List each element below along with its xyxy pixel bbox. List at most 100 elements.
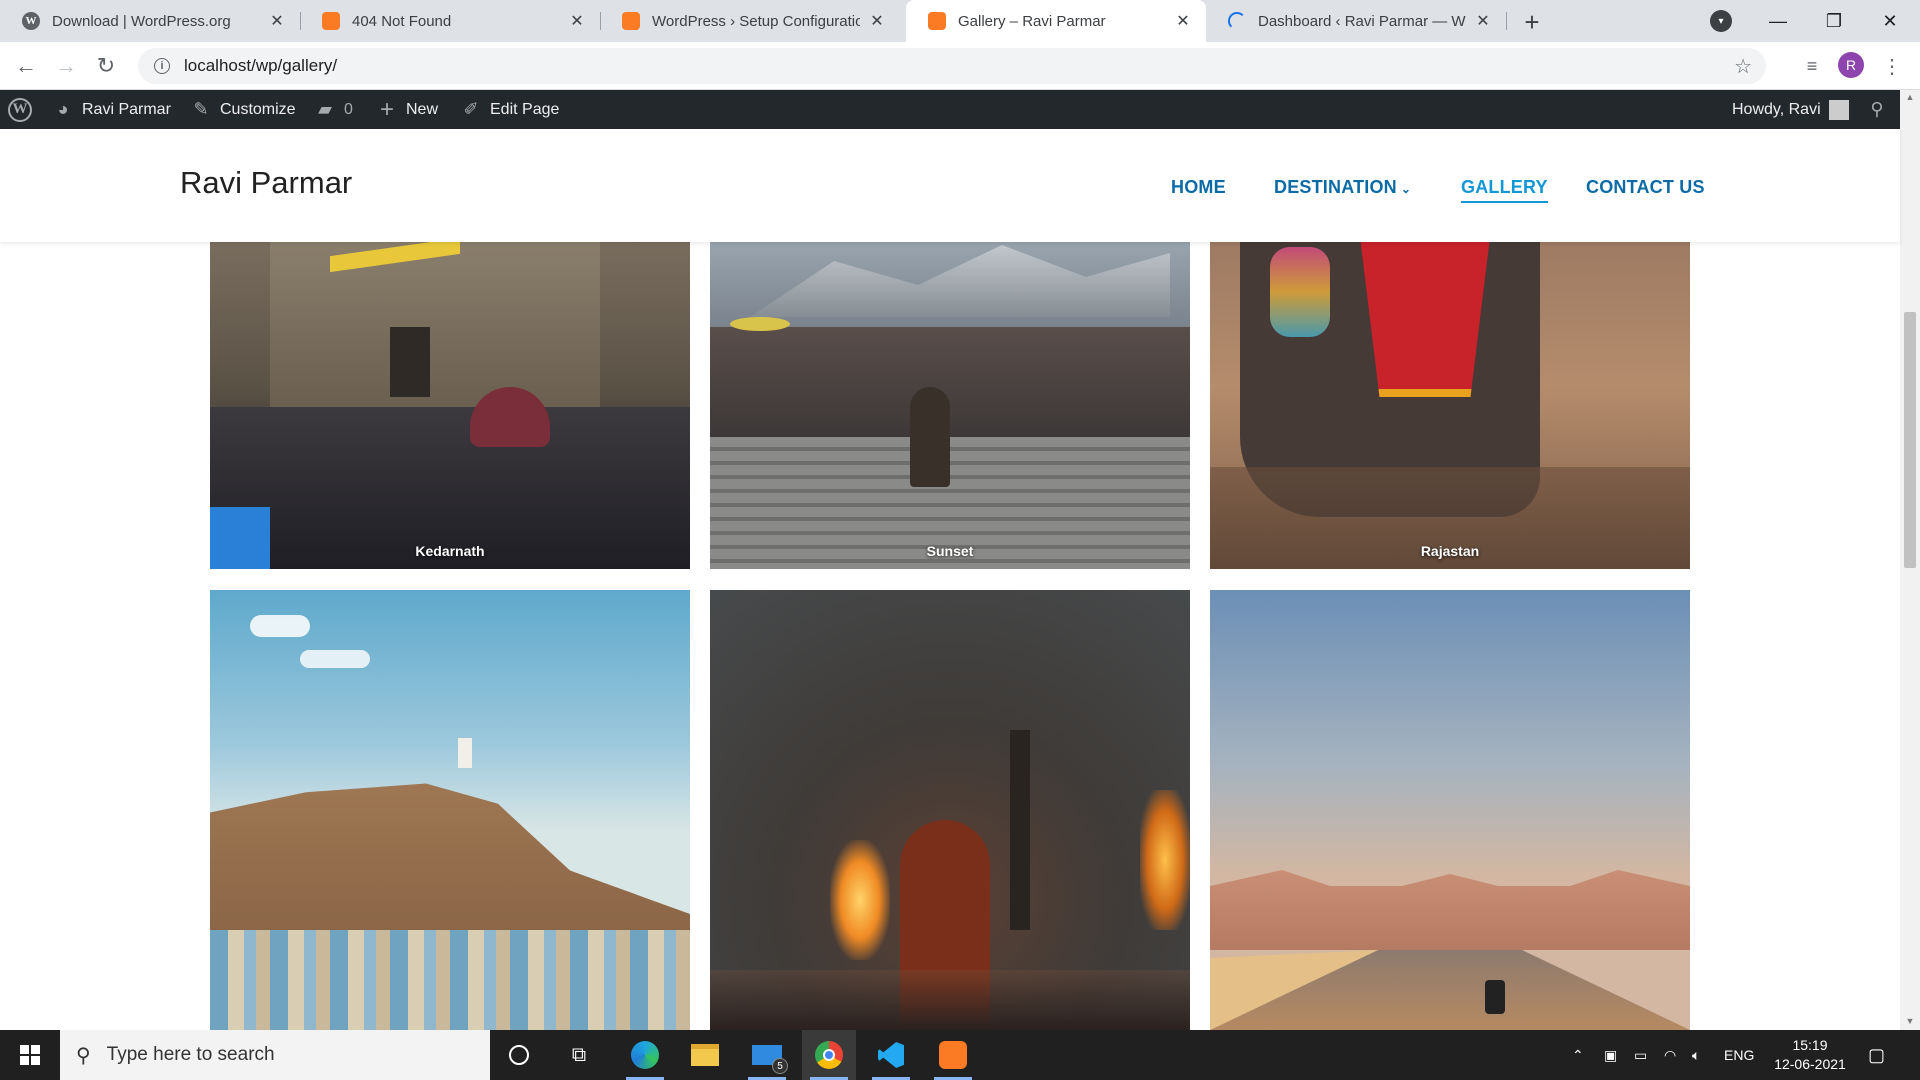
- gallery-caption: Sunset: [926, 543, 974, 559]
- edge-app-icon[interactable]: [618, 1030, 672, 1080]
- back-arrow-icon[interactable]: ←: [12, 52, 40, 80]
- chrome-logo-icon: [815, 1041, 843, 1069]
- gallery-item-rajpath[interactable]: [1210, 590, 1690, 1030]
- new-tab-plus-icon[interactable]: +: [1518, 7, 1546, 37]
- nav-home[interactable]: HOME: [1171, 177, 1226, 198]
- admin-comments[interactable]: ▰ 0: [314, 90, 353, 129]
- language-indicator[interactable]: ENG: [1724, 1030, 1754, 1080]
- browser-tab-strip: W Download | WordPress.org ✕ 404 Not Fou…: [0, 0, 1920, 42]
- nav-destination[interactable]: DESTINATION ⌄: [1274, 177, 1411, 198]
- clock-date: 12-06-2021: [1774, 1056, 1846, 1072]
- system-clock[interactable]: 15:19 12-06-2021: [1760, 1036, 1860, 1074]
- comments-count: 0: [344, 100, 353, 118]
- forward-arrow-icon[interactable]: →: [52, 52, 80, 80]
- nav-gallery[interactable]: GALLERY: [1461, 177, 1548, 203]
- chevron-down-icon: ⌄: [1400, 182, 1412, 196]
- gallery-caption: Kedarnath: [415, 543, 485, 559]
- site-header: Ravi Parmar HOME DESTINATION ⌄ GALLERY CO…: [0, 129, 1900, 242]
- file-explorer-icon[interactable]: [678, 1030, 732, 1080]
- reload-icon[interactable]: ↻: [92, 52, 120, 80]
- mail-badge: 5: [772, 1058, 788, 1074]
- gallery-item-kedarnath[interactable]: Kedarnath: [210, 242, 690, 569]
- mail-app-icon[interactable]: 5: [740, 1030, 794, 1080]
- user-avatar: [1828, 99, 1849, 120]
- window-close-icon[interactable]: ✕: [1862, 0, 1918, 42]
- windows-taskbar: ⚲ Type here to search ⧉ 5 ⌃ ▣ ▭ ◠ 🔈︎ ENG…: [0, 1030, 1920, 1080]
- url-text: localhost/wp/gallery/: [184, 56, 338, 75]
- admin-edit-page-label: Edit Page: [490, 100, 560, 118]
- tab-search-chevron-icon[interactable]: ▾: [1710, 10, 1732, 32]
- close-icon[interactable]: ✕: [1474, 12, 1492, 30]
- temple-door-shape: [390, 327, 430, 397]
- battery-icon[interactable]: ▭: [1634, 1030, 1647, 1080]
- site-info-icon[interactable]: i: [154, 58, 170, 74]
- close-icon[interactable]: ✕: [268, 12, 286, 30]
- page-scrollbar[interactable]: ▲ ▼: [1900, 90, 1920, 1030]
- government-buildings-shape: [1210, 870, 1690, 950]
- admin-site-name-label: Ravi Parmar: [82, 100, 171, 118]
- start-button[interactable]: [0, 1030, 60, 1080]
- tab-dashboard[interactable]: Dashboard ‹ Ravi Parmar — Wor ✕: [1206, 0, 1506, 42]
- admin-edit-page[interactable]: ✐ Edit Page: [460, 90, 559, 129]
- tab-download-wordpress[interactable]: W Download | WordPress.org ✕: [0, 0, 300, 42]
- admin-customize[interactable]: ✎ Customize: [190, 90, 295, 129]
- tab-setup-configuration[interactable]: WordPress › Setup Configuration ✕: [600, 0, 900, 42]
- pencil-icon: ✐: [463, 99, 479, 119]
- gallery-content: Kedarnath Sunset Rajastan: [0, 242, 1900, 1030]
- xampp-app-icon[interactable]: [926, 1030, 980, 1080]
- nav-contact-us[interactable]: CONTACT US: [1586, 177, 1705, 198]
- more-menu-icon[interactable]: ⋮: [1878, 52, 1906, 80]
- nav-destination-label: DESTINATION: [1274, 177, 1397, 197]
- gallery-item-sunset[interactable]: Sunset: [710, 242, 1190, 569]
- close-icon[interactable]: ✕: [568, 12, 586, 30]
- gallery-item-rajastan[interactable]: Rajastan: [1210, 242, 1690, 569]
- gallery-item-fort[interactable]: [210, 590, 690, 1030]
- wifi-icon[interactable]: ◠: [1664, 1030, 1676, 1080]
- admin-my-account[interactable]: Howdy, Ravi: [1732, 90, 1849, 129]
- gallery-item-aarti[interactable]: [710, 590, 1190, 1030]
- tab-title: WordPress › Setup Configuration: [652, 12, 860, 30]
- admin-new[interactable]: + New: [376, 90, 438, 129]
- vscode-app-icon[interactable]: [864, 1030, 918, 1080]
- taskbar-search-box[interactable]: ⚲ Type here to search: [60, 1030, 490, 1080]
- chrome-app-icon[interactable]: [802, 1030, 856, 1080]
- restore-icon[interactable]: ❐: [1806, 0, 1862, 42]
- temple-facade-shape: [270, 242, 600, 407]
- address-bar[interactable]: i localhost/wp/gallery/ ☆: [138, 48, 1766, 84]
- painted-trunk-shape: [1270, 247, 1330, 337]
- dashboard-gauge-icon: ◕: [57, 99, 69, 119]
- tab-404-not-found[interactable]: 404 Not Found ✕: [300, 0, 600, 42]
- minimize-icon[interactable]: —: [1750, 0, 1806, 42]
- show-hidden-icons-chevron-icon[interactable]: ⌃: [1572, 1030, 1584, 1080]
- windows-logo-icon: [20, 1045, 40, 1065]
- cortana-icon[interactable]: [492, 1030, 546, 1080]
- admin-site-name[interactable]: ◕ Ravi Parmar: [52, 90, 171, 129]
- meet-now-icon[interactable]: ▣: [1604, 1030, 1617, 1080]
- scroll-down-arrow-icon[interactable]: ▼: [1904, 1016, 1916, 1028]
- notifications-icon[interactable]: ▢: [1868, 1030, 1885, 1080]
- volume-icon[interactable]: 🔈︎: [1692, 1030, 1700, 1080]
- wp-logo-menu[interactable]: W: [8, 90, 32, 129]
- tab-title: Gallery – Ravi Parmar: [958, 12, 1106, 30]
- scroll-thumb[interactable]: [1904, 312, 1916, 568]
- search-placeholder: Type here to search: [106, 1044, 275, 1065]
- xampp-favicon-icon: [928, 12, 946, 30]
- tab-gallery[interactable]: Gallery – Ravi Parmar ✕: [906, 0, 1206, 42]
- close-icon[interactable]: ✕: [1174, 12, 1192, 30]
- clock-time: 15:19: [1792, 1037, 1828, 1053]
- cortana-circle-icon: [509, 1045, 529, 1065]
- reading-list-icon[interactable]: ≡: [1798, 52, 1826, 80]
- site-title[interactable]: Ravi Parmar: [180, 165, 352, 201]
- admin-search[interactable]: ⚲: [1866, 90, 1888, 129]
- scroll-up-arrow-icon[interactable]: ▲: [1904, 92, 1916, 104]
- close-icon[interactable]: ✕: [868, 12, 886, 30]
- wordpress-favicon-icon: W: [22, 12, 40, 30]
- search-icon: ⚲: [1870, 99, 1884, 119]
- profile-avatar[interactable]: R: [1838, 52, 1864, 78]
- temple-spire-shape: [458, 738, 472, 768]
- tab-title: 404 Not Found: [352, 12, 452, 30]
- task-view-icon[interactable]: ⧉: [552, 1030, 606, 1080]
- bookmark-star-icon[interactable]: ☆: [1734, 54, 1752, 79]
- cloud-shape: [300, 650, 370, 668]
- howdy-greeting: Howdy, Ravi: [1732, 100, 1821, 118]
